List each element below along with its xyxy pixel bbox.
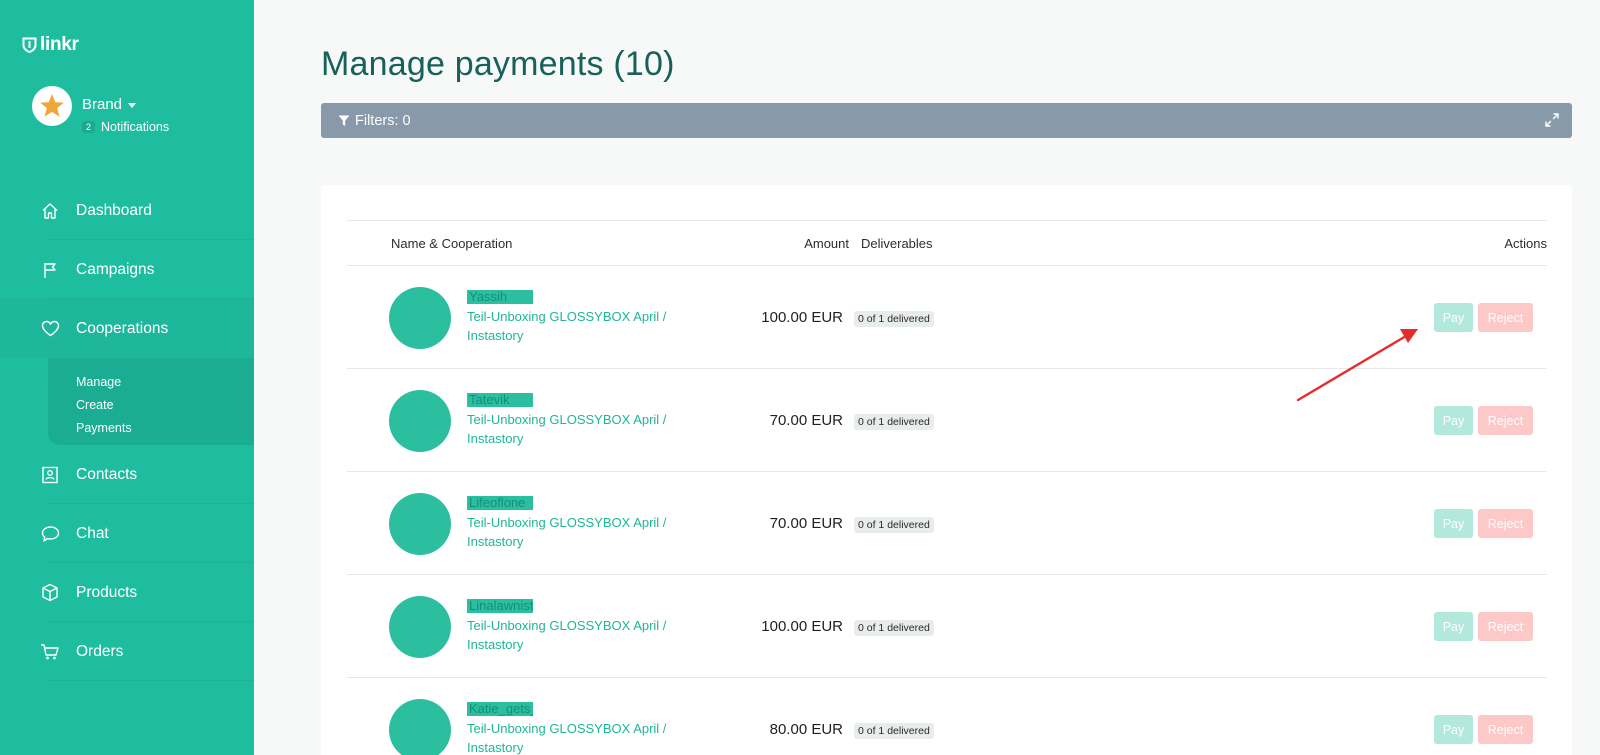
cooperation-link[interactable]: Teil-Unboxing GLOSSYBOX April / Instasto… xyxy=(467,514,677,551)
cooperation-link[interactable]: Teil-Unboxing GLOSSYBOX April / Instasto… xyxy=(467,411,677,448)
influencer-avatar[interactable] xyxy=(389,390,451,452)
deliverables-badge: 0 of 1 delivered xyxy=(854,620,934,636)
sidebar-item-label: Campaigns xyxy=(76,260,155,278)
chat-bubble-icon xyxy=(40,524,60,544)
reject-button[interactable]: Reject xyxy=(1478,612,1533,641)
pay-button[interactable]: Pay xyxy=(1434,509,1473,538)
home-icon xyxy=(40,201,60,221)
influencer-avatar[interactable] xyxy=(389,287,451,349)
column-header-amount[interactable]: Amount xyxy=(789,236,849,251)
main-nav: Dashboard Campaigns Cooperations Manage … xyxy=(0,181,254,681)
influencer-avatar[interactable] xyxy=(389,596,451,658)
sidebar-item-orders[interactable]: Orders xyxy=(0,622,254,681)
contact-card-icon xyxy=(40,465,60,485)
amount: 100.00 EUR xyxy=(761,618,843,635)
cooperation-link[interactable]: Teil-Unboxing GLOSSYBOX April / Instasto… xyxy=(467,617,677,654)
cooperation-link[interactable]: Teil-Unboxing GLOSSYBOX April / Instasto… xyxy=(467,720,677,755)
sidebar-item-products[interactable]: Products xyxy=(0,563,254,622)
table-row: Linalawnista Teil-Unboxing GLOSSYBOX Apr… xyxy=(347,575,1547,678)
sidebar-item-chat[interactable]: Chat xyxy=(0,504,254,563)
table-row: Katie_gets_fit Teil-Unboxing GLOSSYBOX A… xyxy=(347,678,1547,755)
amount: 80.00 EUR xyxy=(769,721,843,738)
reject-button[interactable]: Reject xyxy=(1478,406,1533,435)
sidebar-item-label: Chat xyxy=(76,524,109,542)
influencer-username[interactable]: Yassih xyxy=(467,290,533,304)
pay-button[interactable]: Pay xyxy=(1434,612,1473,641)
filter-bar[interactable]: Filters: 0 xyxy=(321,103,1572,138)
submenu-item-create[interactable]: Create xyxy=(76,394,254,417)
deliverables-badge: 0 of 1 delivered xyxy=(854,311,934,327)
column-header-actions: Actions xyxy=(1504,236,1547,251)
filter-label: Filters: 0 xyxy=(355,112,411,129)
sidebar-item-contacts[interactable]: Contacts xyxy=(0,445,254,504)
table-header: Name & Cooperation Amount Deliverables A… xyxy=(347,220,1547,266)
expand-icon[interactable] xyxy=(1545,113,1559,127)
reject-button[interactable]: Reject xyxy=(1478,715,1533,744)
annotation-arrow-icon xyxy=(1296,329,1418,402)
amount: 70.00 EUR xyxy=(769,515,843,532)
influencer-avatar[interactable] xyxy=(389,493,451,555)
box-icon xyxy=(40,583,60,603)
notifications-link[interactable]: 2 Notifications xyxy=(82,120,169,134)
payments-table-card: Name & Cooperation Amount Deliverables A… xyxy=(321,185,1572,755)
deliverables-badge: 0 of 1 delivered xyxy=(854,723,934,739)
sidebar-item-campaigns[interactable]: Campaigns xyxy=(0,240,254,299)
deliverables-badge: 0 of 1 delivered xyxy=(854,414,934,430)
submenu-item-payments[interactable]: Payments xyxy=(76,417,254,440)
logo-shield-icon xyxy=(22,37,37,53)
cart-icon xyxy=(40,642,60,662)
logo-text: linkr xyxy=(40,34,79,55)
page-title: Manage payments (10) xyxy=(321,45,675,83)
cooperation-link[interactable]: Teil-Unboxing GLOSSYBOX April / Instasto… xyxy=(467,308,677,345)
influencer-username[interactable]: Linalawnista xyxy=(467,599,533,613)
notifications-label: Notifications xyxy=(101,120,170,134)
column-header-deliverables[interactable]: Deliverables xyxy=(861,236,933,251)
pay-button[interactable]: Pay xyxy=(1434,303,1473,332)
pay-button[interactable]: Pay xyxy=(1434,406,1473,435)
table-row: Lifeoflone Teil-Unboxing GLOSSYBOX April… xyxy=(347,472,1547,575)
sidebar-item-label: Orders xyxy=(76,642,124,660)
cooperations-submenu: Manage Create Payments xyxy=(48,358,254,445)
chevron-down-icon xyxy=(128,103,137,108)
sidebar: linkr Brand 2 Notifications Dashboard Ca… xyxy=(0,0,254,755)
influencer-username[interactable]: Tatevik xyxy=(467,393,533,407)
sidebar-item-label: Contacts xyxy=(76,465,138,483)
star-icon xyxy=(40,94,64,117)
brand-dropdown[interactable]: Brand xyxy=(82,96,169,113)
avatar[interactable] xyxy=(32,86,72,126)
app-logo[interactable]: linkr xyxy=(22,34,79,56)
influencer-username[interactable]: Katie_gets_fit xyxy=(467,702,533,716)
reject-button[interactable]: Reject xyxy=(1478,509,1533,538)
column-header-name[interactable]: Name & Cooperation xyxy=(391,236,512,251)
sidebar-item-label: Cooperations xyxy=(76,319,169,337)
submenu-item-manage[interactable]: Manage xyxy=(76,371,254,394)
deliverables-badge: 0 of 1 delivered xyxy=(854,517,934,533)
profile-block: Brand 2 Notifications xyxy=(32,86,169,134)
filter-icon xyxy=(338,115,350,127)
sidebar-item-dashboard[interactable]: Dashboard xyxy=(0,181,254,240)
sidebar-item-label: Products xyxy=(76,583,138,601)
notification-count-badge: 2 xyxy=(82,121,96,133)
influencer-username[interactable]: Lifeoflone xyxy=(467,496,533,510)
pay-button[interactable]: Pay xyxy=(1434,715,1473,744)
reject-button[interactable]: Reject xyxy=(1478,303,1533,332)
amount: 70.00 EUR xyxy=(769,412,843,429)
sidebar-item-label: Dashboard xyxy=(76,201,152,219)
sidebar-item-cooperations[interactable]: Cooperations xyxy=(0,299,254,358)
influencer-avatar[interactable] xyxy=(389,699,451,755)
amount: 100.00 EUR xyxy=(761,309,843,326)
flag-icon xyxy=(40,260,60,280)
brand-name: Brand xyxy=(82,96,123,113)
heart-icon xyxy=(40,319,60,339)
